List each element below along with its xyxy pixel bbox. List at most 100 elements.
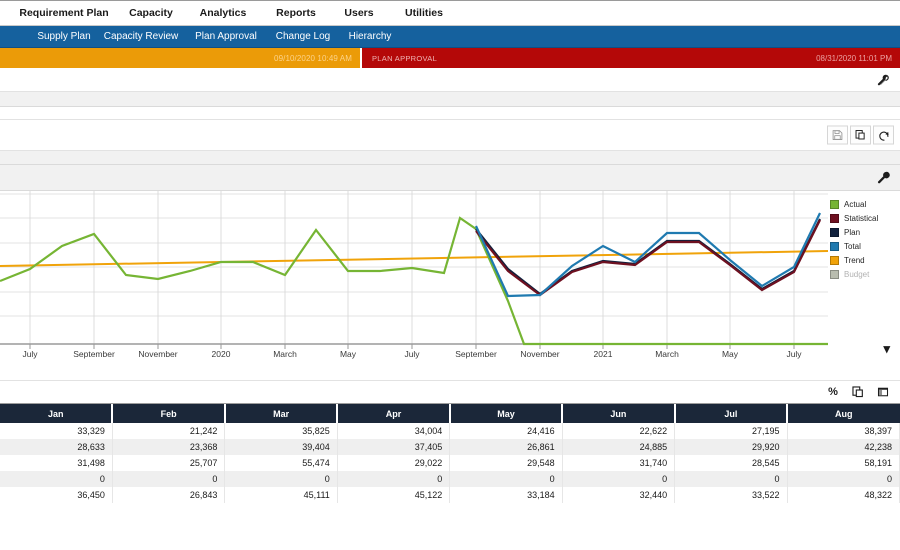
table-cell[interactable]: 0 — [449, 471, 563, 487]
table-cell[interactable]: 42,238 — [787, 439, 900, 455]
table-cell[interactable]: 22,622 — [562, 423, 676, 439]
table-cell[interactable]: 31,498 — [0, 455, 113, 471]
table-cell[interactable]: 23,368 — [112, 439, 226, 455]
workflow-status-bar: 09/10/2020 10:49 AM PLAN APPROVAL 08/31/… — [0, 48, 900, 68]
table-cell[interactable]: 48,322 — [787, 487, 900, 503]
monthly-data-grid[interactable]: Jan Feb Mar Apr May Jun Jul Aug 33,329 2… — [0, 404, 900, 503]
status-segment-orange[interactable]: 09/10/2020 10:49 AM — [0, 48, 362, 68]
table-cell[interactable]: 55,474 — [224, 455, 338, 471]
copy-icon[interactable] — [850, 125, 871, 145]
nav-item-analytics[interactable]: Analytics — [190, 7, 256, 19]
table-cell[interactable]: 0 — [224, 471, 338, 487]
column-header-apr[interactable]: Apr — [337, 404, 451, 423]
legend-item-actual[interactable]: Actual — [830, 197, 878, 211]
orange-timestamp: 09/10/2020 10:49 AM — [274, 53, 352, 63]
legend-label-plan: Plan — [844, 227, 861, 237]
table-cell[interactable]: 25,707 — [112, 455, 226, 471]
table-header-row: Jan Feb Mar Apr May Jun Jul Aug — [0, 404, 900, 423]
table-toolbar: % — [0, 381, 900, 403]
table-cell[interactable]: 58,191 — [787, 455, 900, 471]
nav-item-users[interactable]: Users — [336, 7, 382, 19]
legend-item-total[interactable]: Total — [830, 239, 878, 253]
chart-settings-tools — [872, 167, 894, 189]
xtick-label: September — [455, 349, 497, 359]
table-cell[interactable]: 0 — [562, 471, 676, 487]
table-cell[interactable]: 26,843 — [112, 487, 226, 503]
forecast-chart[interactable] — [0, 191, 900, 351]
table-cell[interactable]: 27,195 — [674, 423, 788, 439]
table-row[interactable]: 31,498 25,707 55,474 29,022 29,548 31,74… — [0, 455, 900, 471]
red-timestamp: 08/31/2020 11:01 PM — [816, 53, 892, 63]
subnav-item-supply-plan[interactable]: Supply Plan — [28, 31, 100, 42]
table-cell[interactable]: 21,242 — [112, 423, 226, 439]
table-cell[interactable]: 0 — [337, 471, 451, 487]
table-cell[interactable]: 26,861 — [449, 439, 563, 455]
table-cell[interactable]: 45,122 — [337, 487, 451, 503]
table-cell[interactable]: 28,545 — [674, 455, 788, 471]
primary-navigation: Requirement Plan Capacity Analytics Repo… — [0, 0, 900, 26]
table-cell[interactable]: 24,416 — [449, 423, 563, 439]
xtick-label: September — [73, 349, 115, 359]
legend-item-budget[interactable]: Budget — [830, 267, 878, 281]
table-cell[interactable]: 24,885 — [562, 439, 676, 455]
legend-item-trend[interactable]: Trend — [830, 253, 878, 267]
xtick-label: July — [404, 349, 420, 359]
column-header-aug[interactable]: Aug — [787, 404, 900, 423]
column-header-mar[interactable]: Mar — [224, 404, 339, 423]
table-cell[interactable]: 29,022 — [337, 455, 451, 471]
table-cell[interactable]: 33,329 — [0, 423, 113, 439]
table-cell[interactable]: 31,740 — [562, 455, 676, 471]
table-cell[interactable]: 29,548 — [449, 455, 563, 471]
table-cell[interactable]: 45,111 — [224, 487, 338, 503]
subnav-item-capacity-review[interactable]: Capacity Review — [96, 31, 186, 42]
xtick-label: November — [520, 349, 560, 359]
subnav-item-hierarchy[interactable]: Hierarchy — [340, 31, 400, 42]
wrench-icon-top[interactable] — [872, 69, 894, 91]
table-row[interactable]: 0 0 0 0 0 0 0 0 — [0, 471, 900, 487]
table-cell[interactable]: 36,450 — [0, 487, 113, 503]
table-export-icon[interactable] — [872, 381, 894, 403]
filter-panel-tools — [872, 69, 894, 91]
legend-swatch-budget — [830, 269, 839, 279]
subnav-item-plan-approval[interactable]: Plan Approval — [186, 31, 266, 42]
table-cell[interactable]: 35,825 — [224, 423, 338, 439]
nav-item-utilities[interactable]: Utilities — [396, 7, 452, 19]
table-cell[interactable]: 34,004 — [337, 423, 451, 439]
table-cell[interactable]: 33,522 — [674, 487, 788, 503]
nav-item-requirement-plan[interactable]: Requirement Plan — [14, 7, 114, 19]
column-header-feb[interactable]: Feb — [112, 404, 226, 423]
wrench-icon-chart[interactable] — [872, 167, 894, 189]
column-header-jul[interactable]: Jul — [674, 404, 789, 423]
table-cell[interactable]: 0 — [787, 471, 900, 487]
percent-icon[interactable]: % — [822, 381, 844, 403]
column-header-jan[interactable]: Jan — [0, 404, 114, 423]
table-cell[interactable]: 0 — [674, 471, 788, 487]
save-icon[interactable] — [827, 125, 848, 145]
nav-item-capacity[interactable]: Capacity — [120, 7, 182, 19]
table-cell[interactable]: 0 — [0, 471, 113, 487]
table-cell[interactable]: 37,405 — [337, 439, 451, 455]
table-cell[interactable]: 38,397 — [787, 423, 900, 439]
column-header-may[interactable]: May — [449, 404, 564, 423]
nav-item-reports[interactable]: Reports — [268, 7, 324, 19]
table-cell[interactable]: 39,404 — [224, 439, 338, 455]
table-copy-icon[interactable] — [847, 381, 869, 403]
table-row[interactable]: 33,329 21,242 35,825 34,004 24,416 22,62… — [0, 423, 900, 439]
table-cell[interactable]: 29,920 — [674, 439, 788, 455]
status-segment-plan-approval[interactable]: PLAN APPROVAL 08/31/2020 11:01 PM — [362, 48, 900, 68]
chevron-down-icon[interactable]: ▾ — [883, 341, 890, 357]
xtick-label: March — [655, 349, 679, 359]
column-header-jun[interactable]: Jun — [562, 404, 676, 423]
table-cell[interactable]: 33,184 — [449, 487, 563, 503]
subnav-item-change-log[interactable]: Change Log — [268, 31, 338, 42]
xtick-label: May — [339, 349, 357, 359]
undo-icon[interactable] — [873, 125, 894, 145]
table-cell[interactable]: 28,633 — [0, 439, 113, 455]
table-cell[interactable]: 0 — [112, 471, 226, 487]
table-cell[interactable]: 32,440 — [562, 487, 676, 503]
legend-label-budget: Budget — [844, 269, 870, 279]
table-row[interactable]: 36,450 26,843 45,111 45,122 33,184 32,44… — [0, 487, 900, 503]
table-row[interactable]: 28,633 23,368 39,404 37,405 26,861 24,88… — [0, 439, 900, 455]
legend-item-plan[interactable]: Plan — [830, 225, 878, 239]
legend-item-statistical[interactable]: Statistical — [830, 211, 878, 225]
